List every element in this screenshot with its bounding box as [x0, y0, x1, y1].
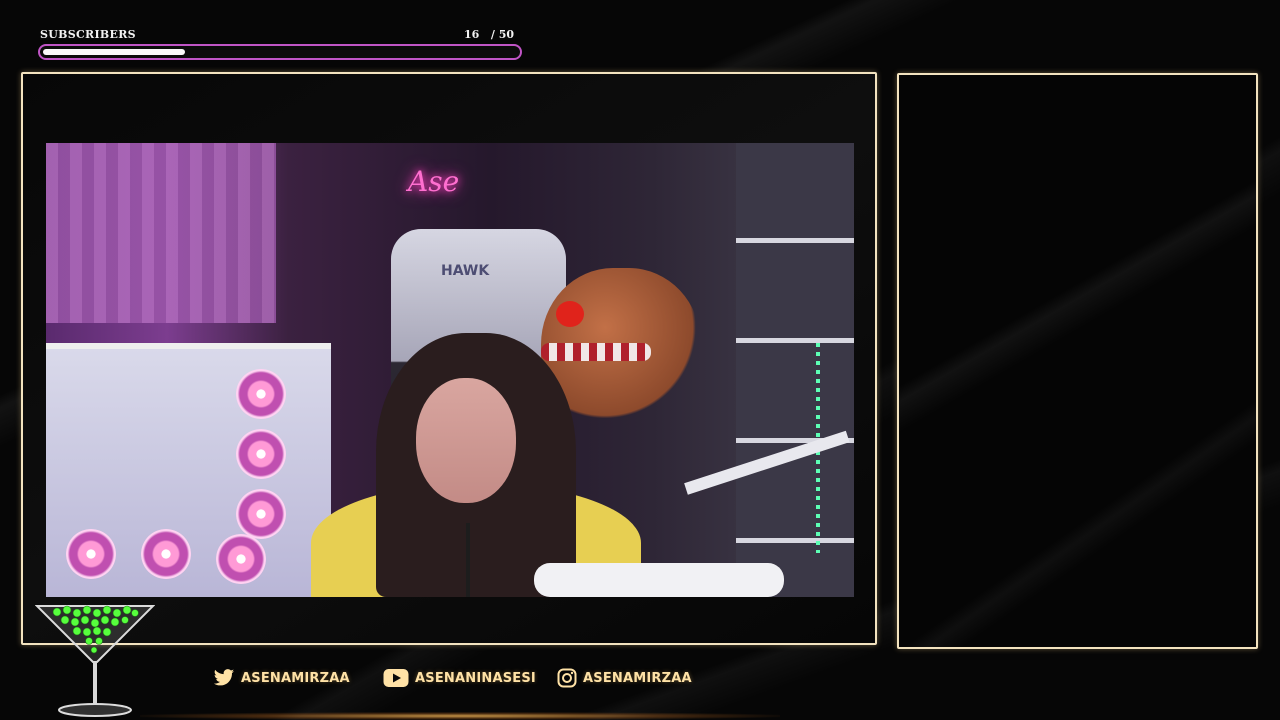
social-handles-bar: ASENAMIRZAA ASENANINASESI ASENAMIRZAA [0, 668, 1280, 698]
bookshelf [736, 143, 854, 597]
rgb-fan [236, 369, 286, 419]
cocktail-glass-icon [35, 605, 155, 717]
social-youtube[interactable]: ASENANINASESI [383, 668, 536, 688]
rgb-fan [216, 534, 266, 584]
bottom-glow [140, 712, 780, 720]
subscriber-goal-label: SUBSCRIBERS [40, 28, 136, 41]
rgb-fan [236, 489, 286, 539]
subscriber-progress-bar [38, 44, 522, 60]
side-panel-frame [897, 73, 1258, 649]
reindeer-scarf [541, 343, 651, 361]
subscriber-goal-widget: SUBSCRIBERS 16 / 50 [38, 28, 522, 62]
subscriber-current-count: 16 [464, 28, 480, 41]
webcam-feed: Ase HAWK [46, 143, 854, 597]
youtube-handle: ASENANINASESI [415, 670, 536, 686]
chair-logo: HAWK [441, 263, 490, 279]
youtube-icon [383, 669, 409, 687]
subscriber-target-count: 50 [498, 28, 514, 41]
streamer-face [416, 378, 516, 503]
subscriber-progress-fill [43, 49, 185, 55]
social-twitter[interactable]: ASENAMIRZAA [213, 668, 350, 688]
subscriber-goal-count: 16 / 50 [464, 28, 514, 41]
subscriber-count-separator: / [490, 28, 495, 41]
neon-sign: Ase [408, 165, 460, 198]
microphone [534, 563, 784, 597]
reindeer-nose [556, 301, 584, 327]
pc-case [46, 343, 331, 597]
rgb-fan [236, 429, 286, 479]
twitter-handle: ASENAMIRZAA [241, 670, 350, 686]
curtain [46, 143, 276, 323]
twitter-icon [213, 669, 235, 686]
rgb-fan [66, 529, 116, 579]
instagram-handle: ASENAMIRZAA [583, 670, 692, 686]
instagram-icon [557, 668, 577, 688]
rgb-fan [141, 529, 191, 579]
hoodie-zipper [466, 523, 470, 597]
social-instagram[interactable]: ASENAMIRZAA [557, 668, 692, 688]
